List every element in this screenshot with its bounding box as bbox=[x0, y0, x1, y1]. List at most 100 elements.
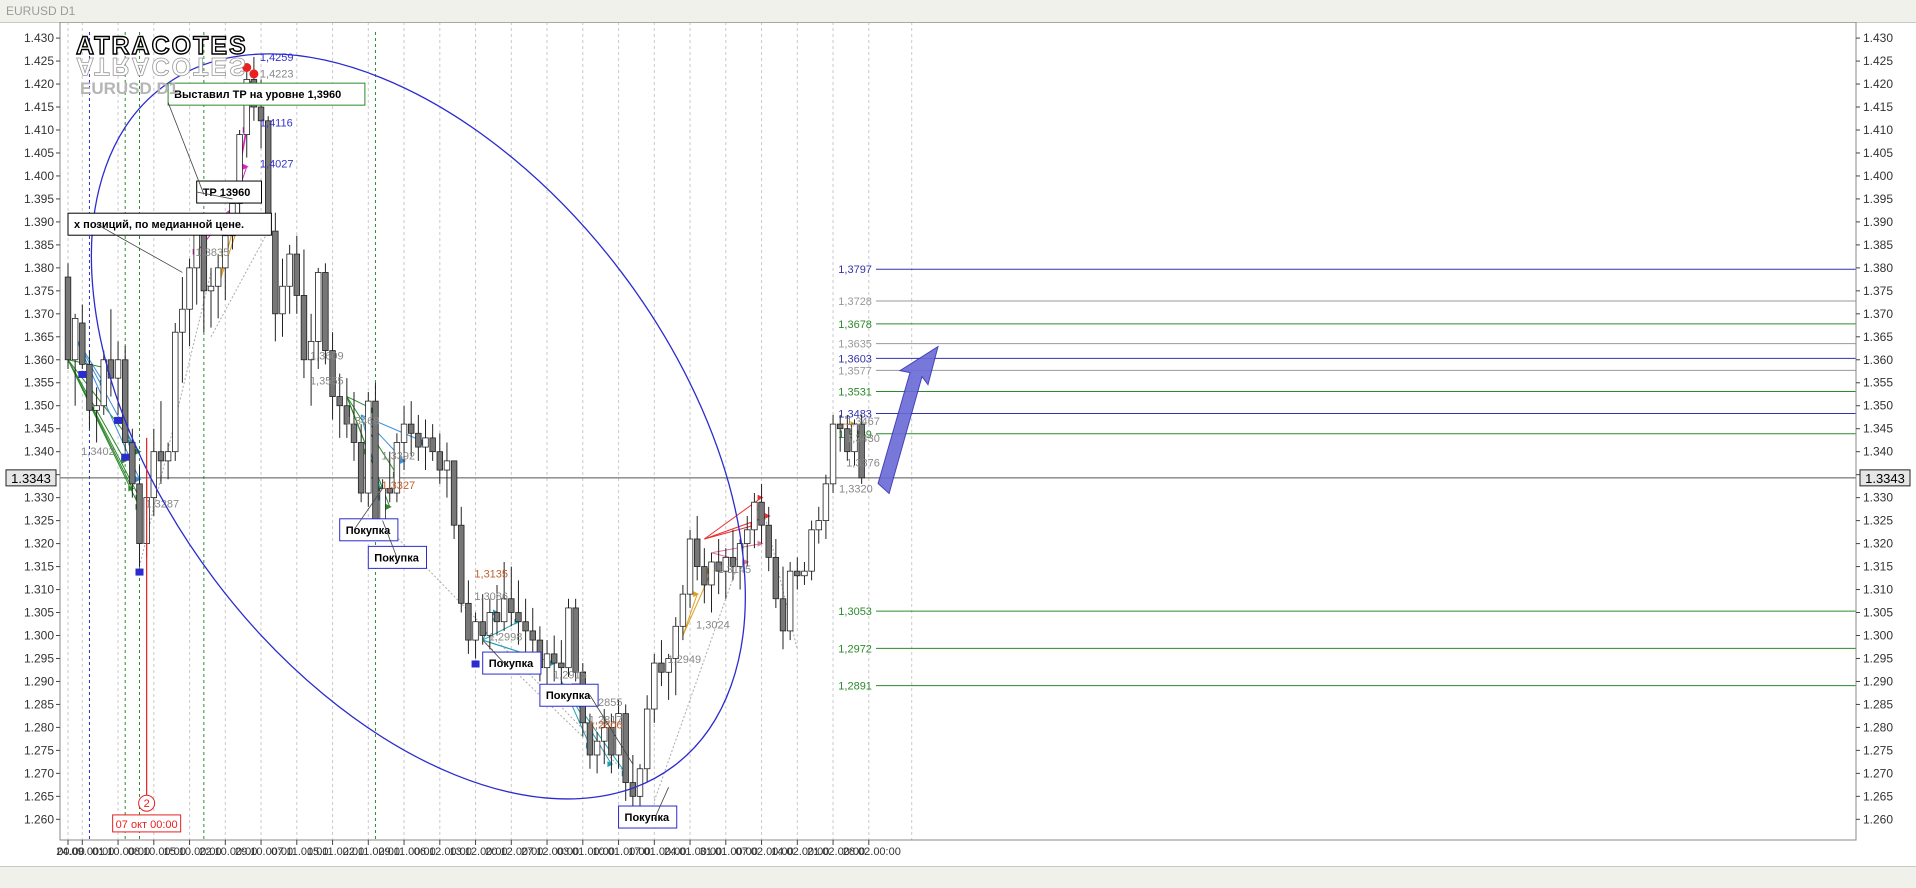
annotation-connector bbox=[167, 102, 205, 195]
candle-body bbox=[622, 713, 629, 783]
y-tick-label-left: 1.430 bbox=[24, 31, 54, 45]
candle-body bbox=[708, 561, 715, 586]
candle-body bbox=[150, 451, 157, 499]
plot-frame bbox=[59, 22, 1857, 841]
annotation-text: Покупка bbox=[489, 658, 534, 670]
candle-body bbox=[86, 363, 93, 411]
candle-body bbox=[107, 359, 115, 379]
y-tick-label-right: 1.270 bbox=[1863, 766, 1893, 780]
current-price-label-right: 1.3343 bbox=[1865, 471, 1905, 486]
candle-body bbox=[815, 520, 822, 531]
candle-body bbox=[558, 662, 565, 669]
y-tick-label-left: 1.310 bbox=[24, 583, 54, 597]
candle-body bbox=[400, 423, 408, 443]
y-tick-label-right: 1.355 bbox=[1863, 376, 1893, 390]
candle-body bbox=[801, 570, 808, 577]
y-tick-label-left: 1.370 bbox=[24, 307, 54, 321]
y-tick-label-right: 1.405 bbox=[1863, 146, 1893, 160]
candle-body bbox=[493, 612, 501, 623]
chart-axes: 00.0024.09.00:0001.10.00:0008.10.00:0015… bbox=[5, 22, 1911, 858]
buy-marker bbox=[121, 453, 130, 461]
candle-body bbox=[407, 423, 415, 434]
symbol-label: EURUSD D1 bbox=[80, 79, 178, 98]
y-tick-label-right: 1.310 bbox=[1863, 583, 1893, 597]
y-tick-label-right: 1.390 bbox=[1863, 215, 1893, 229]
level-label: 1,2972 bbox=[838, 643, 872, 655]
y-tick-label-left: 1.390 bbox=[24, 215, 54, 229]
window-titlebar: EURUSD D1 bbox=[0, 0, 1916, 23]
y-tick-label-right: 1.380 bbox=[1863, 261, 1893, 275]
level-label: 1,3053 bbox=[838, 606, 872, 618]
forecast-arrow bbox=[877, 345, 939, 495]
x-tick-label: 28.02.00:00 bbox=[843, 846, 901, 858]
logo-mirror: ATRACOTES bbox=[76, 52, 248, 80]
annotation-text: Покупка bbox=[346, 525, 391, 537]
y-tick-label-right: 1.275 bbox=[1863, 743, 1893, 757]
level-label: 1,3603 bbox=[838, 353, 872, 365]
y-tick-label-left: 1.365 bbox=[24, 330, 54, 344]
candle-body bbox=[93, 405, 100, 411]
y-tick-label-right: 1.410 bbox=[1863, 123, 1893, 137]
price-label: 1,4223 bbox=[260, 68, 294, 80]
candle-body bbox=[515, 612, 522, 623]
annotation-text: Выставил ТР на уровне 1,3960 bbox=[174, 89, 341, 101]
order-arrowhead bbox=[757, 494, 764, 501]
price-label: 1,3320 bbox=[839, 483, 873, 495]
y-tick-label-left: 1.290 bbox=[24, 674, 54, 688]
candle-body bbox=[200, 230, 208, 292]
candle-body bbox=[551, 653, 558, 664]
y-tick-label-left: 1.325 bbox=[24, 514, 54, 528]
level-label: 1,3635 bbox=[838, 339, 872, 351]
level-label: 1,3577 bbox=[838, 365, 872, 377]
y-tick-label-right: 1.285 bbox=[1863, 697, 1893, 711]
candle-body bbox=[422, 437, 429, 448]
y-tick-label-left: 1.355 bbox=[24, 376, 54, 390]
candle-body bbox=[129, 442, 136, 485]
price-label: 1,3402 bbox=[81, 446, 115, 458]
y-tick-label-left: 1.300 bbox=[24, 629, 54, 643]
candle-body bbox=[744, 529, 751, 544]
candle-body bbox=[207, 285, 215, 292]
buy-marker bbox=[114, 416, 123, 424]
price-label: 1,2915 bbox=[553, 670, 587, 682]
annotation-text: Покупка bbox=[625, 812, 670, 824]
y-tick-label-left: 1.380 bbox=[24, 261, 54, 275]
candle-body bbox=[465, 602, 472, 641]
candle-body bbox=[122, 359, 129, 443]
level-lines: 1,3797 1,3728 1,3678 1,3635 1,36031,3577 1,35… bbox=[60, 264, 1856, 693]
price-label: 1,3467 bbox=[846, 416, 880, 428]
y-tick-label-left: 1.385 bbox=[24, 238, 54, 252]
y-tick-label-left: 1.285 bbox=[24, 697, 54, 711]
chart-grid bbox=[67, 22, 913, 840]
price-label: 1,4027 bbox=[260, 159, 294, 171]
level-label: 1,3678 bbox=[838, 319, 872, 331]
y-tick-label-left: 1.275 bbox=[24, 743, 54, 757]
candle-body bbox=[529, 630, 536, 641]
candle-body bbox=[186, 267, 193, 310]
y-tick-label-left: 1.265 bbox=[24, 789, 54, 803]
y-tick-label-right: 1.300 bbox=[1863, 629, 1893, 643]
y-tick-label-right: 1.265 bbox=[1863, 789, 1893, 803]
y-tick-label-right: 1.395 bbox=[1863, 192, 1893, 206]
candle-body bbox=[322, 272, 329, 351]
candle-body bbox=[164, 451, 172, 462]
price-chart[interactable]: 1,3797 1,3728 1,3678 1,3635 1,36031,3577 1,35… bbox=[0, 22, 1916, 866]
candle-body bbox=[443, 460, 451, 471]
candle-body bbox=[779, 598, 787, 632]
y-tick-label-left: 1.330 bbox=[24, 491, 54, 505]
candle-body bbox=[636, 768, 644, 797]
level-label: 1,3797 bbox=[838, 264, 872, 276]
candle-body bbox=[450, 460, 458, 526]
candle-body bbox=[679, 593, 687, 627]
y-tick-label-right: 1.330 bbox=[1863, 491, 1893, 505]
y-tick-label-left: 1.320 bbox=[24, 537, 54, 551]
price-label: 1,3555 bbox=[310, 375, 344, 387]
level-label: 1,3531 bbox=[838, 386, 872, 398]
price-label: 1,3376 bbox=[846, 458, 880, 470]
buy-marker bbox=[78, 370, 87, 378]
candle-body bbox=[786, 570, 794, 632]
order-arrowhead bbox=[757, 540, 764, 547]
candle-body bbox=[508, 598, 515, 613]
y-tick-label-left: 1.350 bbox=[24, 399, 54, 413]
current-price-label-left: 1.3343 bbox=[11, 471, 51, 486]
